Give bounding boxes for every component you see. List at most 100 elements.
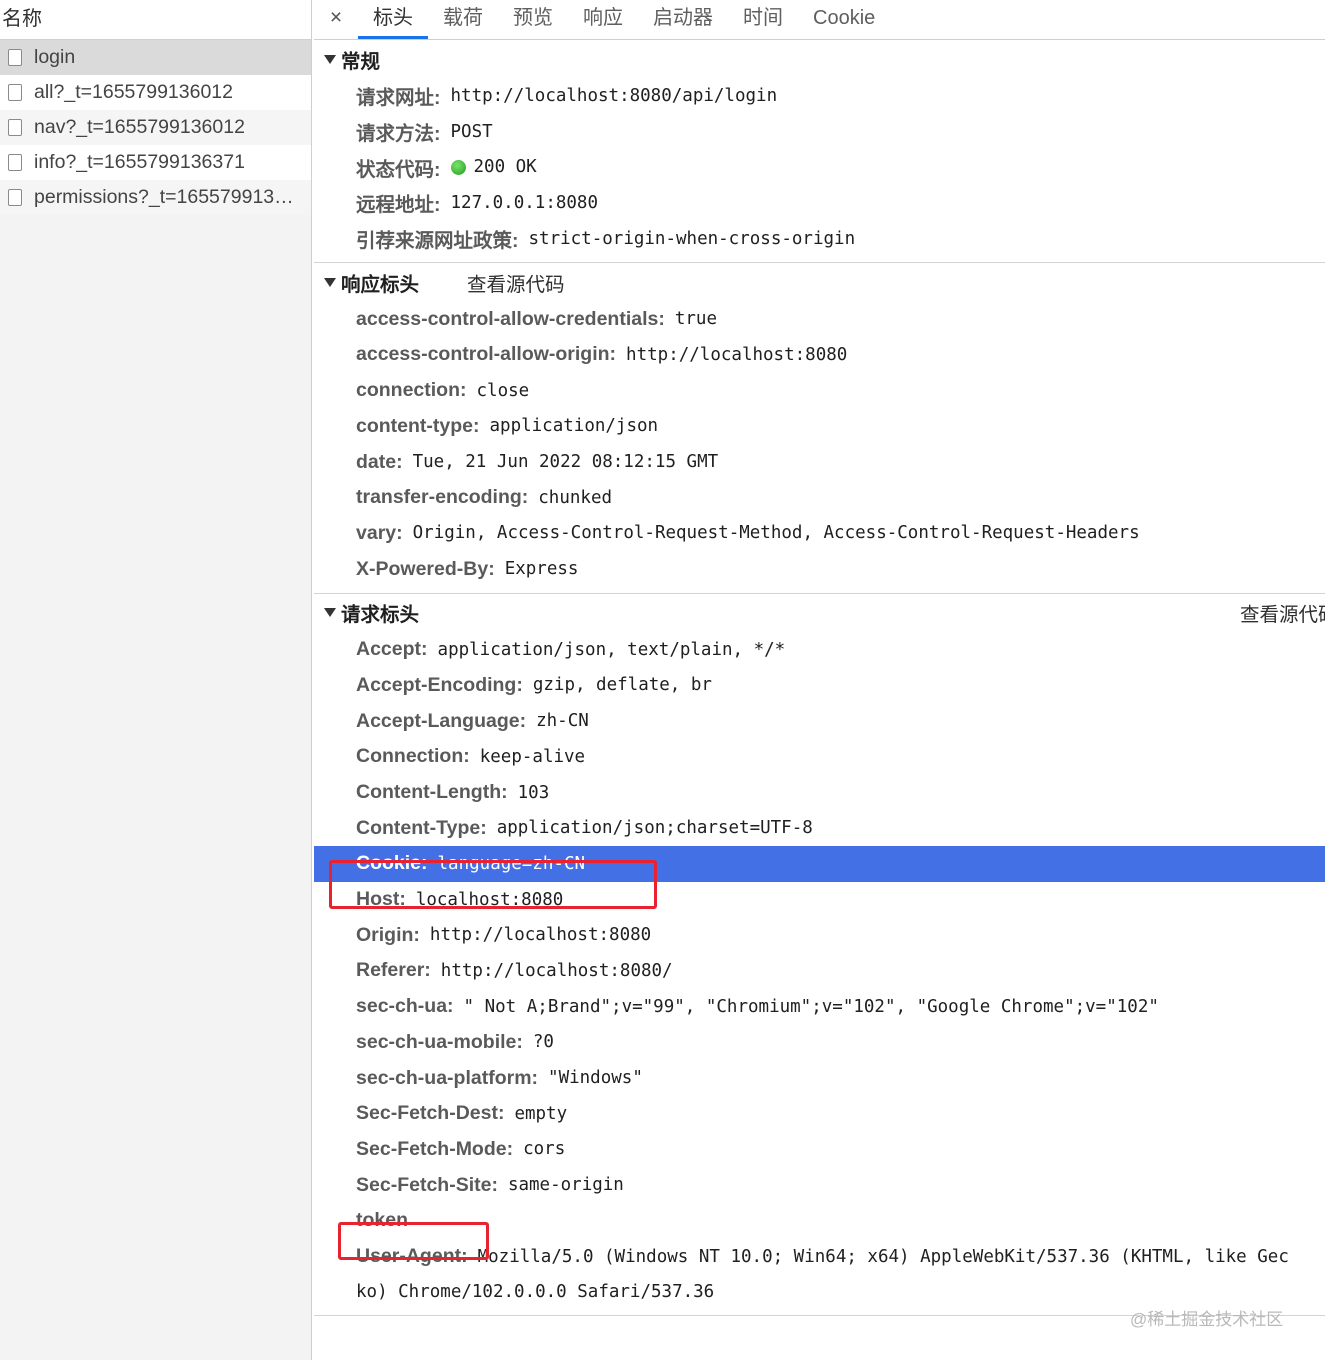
request-name: login (34, 46, 76, 68)
header-key: Cookie: (356, 852, 428, 875)
request-type-icon (8, 49, 22, 66)
header-key: Content-Length: (356, 781, 508, 804)
request-type-icon (8, 189, 22, 206)
request-header-row: sec-ch-ua-mobile: ?0 (314, 1025, 1325, 1061)
header-value: application/json (489, 416, 659, 437)
request-name: permissions?_t=1655799136... (34, 186, 299, 208)
header-key: transfer-encoding: (356, 486, 529, 509)
tab-headers[interactable]: 标头 (358, 0, 428, 39)
view-source-link[interactable]: 查看源代码 (467, 268, 565, 297)
tab-initiator[interactable]: 启动器 (638, 0, 728, 39)
header-key: Sec-Fetch-Dest: (356, 1102, 505, 1125)
header-value: Express (504, 559, 579, 580)
section-title: 请求标头 (341, 604, 420, 627)
general-row: 引荐来源网址政策: strict-origin-when-cross-origi… (314, 221, 1325, 257)
header-key: vary: (356, 521, 403, 544)
header-value: POST (450, 121, 493, 142)
header-value: same-origin (507, 1175, 624, 1196)
header-value: chunked (538, 487, 613, 508)
tab-cookies[interactable]: Cookie (798, 0, 890, 39)
header-value: empty (514, 1103, 568, 1124)
header-key: Accept-Language: (356, 709, 527, 732)
request-header-row: sec-ch-ua-platform: "Windows" (314, 1060, 1325, 1096)
header-value: http://localhost:8080/ (440, 960, 673, 981)
request-item-all[interactable]: all?_t=1655799136012 (0, 75, 311, 110)
header-key: Host: (356, 888, 406, 911)
header-value: 103 (517, 782, 550, 803)
request-type-icon (8, 119, 22, 136)
header-key: sec-ch-ua: (356, 995, 454, 1018)
header-value: http://localhost:8080/api/login (450, 85, 778, 106)
tab-payload[interactable]: 载荷 (428, 0, 498, 39)
request-header-row: Host: localhost:8080 (314, 882, 1325, 918)
request-header-row: Accept-Encoding: gzip, deflate, br (314, 668, 1325, 704)
header-key: date: (356, 450, 403, 473)
header-value-continued: ko) Chrome/102.0.0.0 Safari/537.36 (356, 1281, 715, 1302)
request-item-login[interactable]: login (0, 40, 311, 75)
request-name: nav?_t=1655799136012 (34, 116, 245, 138)
request-header-row: Accept: application/json, text/plain, */* (314, 632, 1325, 668)
request-headers-section: 请求标头 查看源代码 Accept: application/json, text… (314, 594, 1325, 1316)
request-item-info[interactable]: info?_t=1655799136371 (0, 145, 311, 180)
response-header-row: access-control-allow-origin: http://local… (314, 337, 1325, 373)
header-key: Content-Type: (356, 816, 487, 839)
response-header-row: access-control-allow-credentials: true (314, 301, 1325, 337)
request-header-row-cookie[interactable]: Cookie: language=zh-CN (314, 846, 1325, 882)
header-value: " Not A;Brand";v="99", "Chromium";v="102… (463, 996, 1159, 1017)
response-header-row: transfer-encoding: chunked (314, 480, 1325, 516)
collapse-triangle-icon (324, 277, 336, 287)
general-row: 远程地址: 127.0.0.1:8080 (314, 185, 1325, 221)
header-key: sec-ch-ua-platform: (356, 1066, 539, 1089)
header-value: true (674, 309, 718, 330)
watermark: @稀土掘金技术社区 (1130, 1310, 1284, 1329)
general-section-header[interactable]: 常规 (314, 40, 1325, 78)
request-header-row: Connection: keep-alive (314, 739, 1325, 775)
status-ok-icon (450, 159, 466, 175)
request-item-nav[interactable]: nav?_t=1655799136012 (0, 110, 311, 145)
request-header-row: Content-Length: 103 (314, 775, 1325, 811)
header-key: 状态代码: (356, 158, 441, 181)
header-value: localhost:8080 (415, 889, 564, 910)
header-value: keep-alive (479, 746, 586, 767)
header-key: 远程地址: (356, 194, 441, 217)
detail-tabs: × 标头 载荷 预览 响应 启动器 时间 Cookie (314, 0, 1325, 40)
header-value: language=zh-CN (437, 853, 586, 874)
tab-response[interactable]: 响应 (568, 0, 638, 39)
request-header-row: Referer: http://localhost:8080/ (314, 953, 1325, 989)
header-key: Sec-Fetch-Site: (356, 1173, 498, 1196)
name-column-header[interactable]: 名称 (0, 0, 311, 40)
header-key: Accept: (356, 638, 428, 661)
header-value: close (476, 380, 530, 401)
request-item-permissions[interactable]: permissions?_t=1655799136... (0, 180, 311, 215)
section-title: 响应标头 (341, 273, 420, 296)
header-value-wrapper: 200 OK (450, 157, 537, 177)
header-key: Connection: (356, 745, 470, 768)
collapse-triangle-icon (324, 608, 336, 618)
header-key: X-Powered-By: (356, 557, 495, 580)
header-value: strict-origin-when-cross-origin (528, 228, 856, 249)
close-icon[interactable]: × (314, 0, 358, 39)
view-source-link[interactable]: 查看源代码 (1240, 598, 1325, 627)
header-value: "Windows" (548, 1068, 643, 1089)
response-header-row: content-type: application/json (314, 409, 1325, 445)
header-value: 127.0.0.1:8080 (450, 192, 599, 213)
request-list: login all?_t=1655799136012 nav?_t=165579… (0, 40, 311, 215)
request-header-row: sec-ch-ua: " Not A;Brand";v="99", "Chromi… (314, 989, 1325, 1025)
header-value: Tue, 21 Jun 2022 08:12:15 GMT (412, 452, 719, 473)
header-value: cors (523, 1139, 566, 1160)
header-value: Mozilla/5.0 (Windows NT 10.0; Win64; x64… (477, 1246, 1289, 1267)
request-name: all?_t=1655799136012 (34, 81, 233, 103)
request-type-icon (8, 84, 22, 101)
request-header-row-token: token (314, 1203, 1325, 1239)
request-headers-header[interactable]: 请求标头 查看源代码 (314, 594, 1325, 632)
request-header-row: Content-Type: application/json;charset=UT… (314, 810, 1325, 846)
header-key: access-control-allow-credentials: (356, 307, 665, 330)
general-section: 常规 请求网址: http://localhost:8080/api/login… (314, 40, 1325, 264)
response-headers-header[interactable]: 响应标头 查看源代码 (314, 263, 1325, 301)
tab-timing[interactable]: 时间 (728, 0, 798, 39)
request-header-row: Sec-Fetch-Dest: empty (314, 1096, 1325, 1132)
header-key: Accept-Encoding: (356, 673, 523, 696)
header-value: Origin, Access-Control-Request-Method, A… (412, 523, 1140, 544)
header-key: 请求网址: (356, 87, 441, 110)
tab-preview[interactable]: 预览 (498, 0, 568, 39)
